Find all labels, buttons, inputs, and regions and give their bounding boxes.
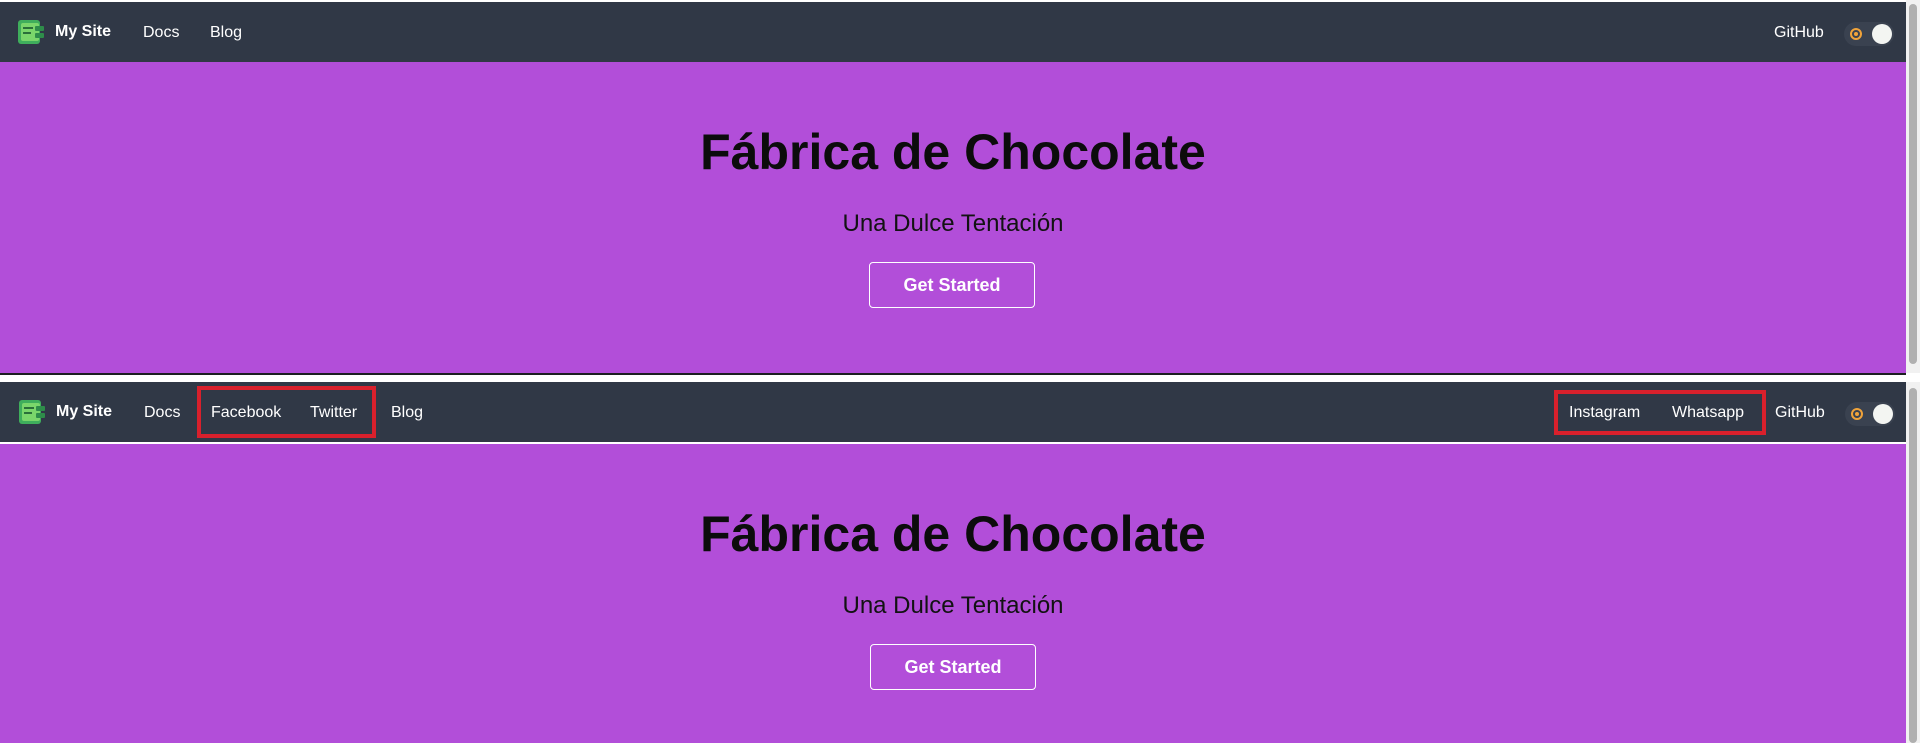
- nav-link-docs[interactable]: Docs: [143, 24, 179, 42]
- site-logo-icon: [17, 398, 47, 426]
- nav-link-facebook[interactable]: Facebook: [211, 404, 281, 422]
- theme-toggle[interactable]: [1845, 402, 1895, 426]
- scrollbar-bottom[interactable]: [1906, 382, 1920, 743]
- hero-subtitle: Una Dulce Tentación: [842, 210, 1064, 237]
- brand-link[interactable]: My Site: [17, 398, 112, 426]
- nav-link-instagram[interactable]: Instagram: [1569, 404, 1640, 422]
- scrollbar-thumb[interactable]: [1909, 388, 1917, 743]
- hero-banner: Fábrica de Chocolate Una Dulce Tentación…: [0, 62, 1906, 373]
- navbar: My Site Docs Blog GitHub: [0, 2, 1906, 62]
- brand-link[interactable]: My Site: [16, 18, 111, 46]
- scrollbar-thumb[interactable]: [1909, 4, 1917, 364]
- section-gap: [0, 375, 1906, 382]
- bottom-page-view: My Site Docs Facebook Twitter Blog Insta…: [0, 382, 1906, 743]
- top-page-view: My Site Docs Blog GitHub Fábrica de Choc…: [0, 0, 1906, 373]
- nav-link-docs[interactable]: Docs: [144, 404, 180, 422]
- nav-link-blog[interactable]: Blog: [210, 24, 242, 42]
- brand-title: My Site: [55, 23, 112, 40]
- nav-link-whatsapp[interactable]: Whatsapp: [1672, 404, 1744, 422]
- hero-subtitle: Una Dulce Tentación: [842, 592, 1064, 619]
- nav-link-github[interactable]: GitHub: [1775, 404, 1825, 422]
- hero-banner: Fábrica de Chocolate Una Dulce Tentación…: [0, 444, 1906, 743]
- hero-title: Fábrica de Chocolate: [700, 124, 1206, 180]
- toggle-knob: [1873, 404, 1893, 424]
- site-logo-icon: [16, 18, 46, 46]
- theme-toggle[interactable]: [1844, 22, 1894, 46]
- navbar: My Site Docs Facebook Twitter Blog Insta…: [0, 382, 1906, 442]
- hero-title: Fábrica de Chocolate: [700, 506, 1206, 562]
- nav-link-blog[interactable]: Blog: [391, 404, 423, 422]
- get-started-button[interactable]: Get Started: [869, 262, 1035, 308]
- scrollbar-top[interactable]: [1906, 0, 1920, 373]
- get-started-button[interactable]: Get Started: [870, 644, 1036, 690]
- nav-link-twitter[interactable]: Twitter: [310, 404, 357, 422]
- toggle-knob: [1872, 24, 1892, 44]
- brand-title: My Site: [56, 403, 113, 420]
- sun-icon: [1850, 28, 1862, 40]
- nav-link-github[interactable]: GitHub: [1774, 24, 1824, 42]
- sun-icon: [1851, 408, 1863, 420]
